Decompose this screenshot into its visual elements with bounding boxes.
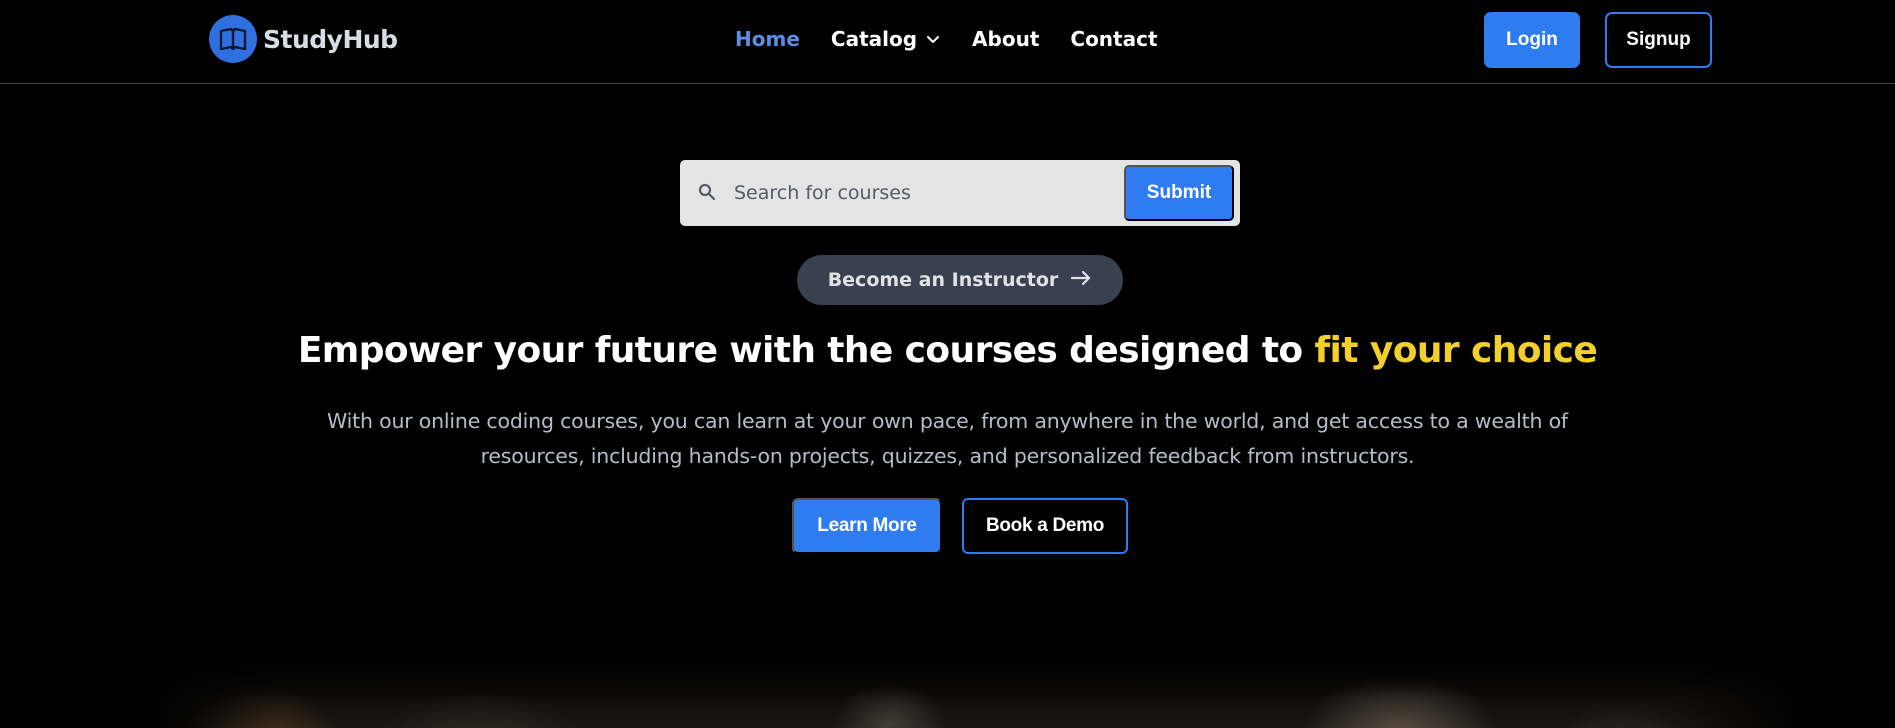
brand-name: StudyHub	[263, 24, 398, 54]
course-search-bar: Submit	[680, 160, 1240, 226]
become-instructor-label: Become an Instructor	[827, 269, 1059, 291]
nav-catalog-label: Catalog	[830, 27, 918, 51]
nav-about[interactable]: About	[972, 27, 1039, 51]
arrow-right-icon	[1070, 269, 1092, 291]
hero-image	[150, 655, 1800, 728]
nav-home[interactable]: Home	[735, 27, 800, 51]
hero-title: Empower your future with the courses des…	[0, 330, 1895, 371]
search-input[interactable]	[734, 172, 1034, 214]
brand-logo[interactable]: StudyHub	[209, 15, 398, 63]
search-submit-button[interactable]: Submit	[1124, 165, 1234, 221]
hero-subtitle: With our online coding courses, you can …	[327, 409, 1568, 468]
become-instructor-button[interactable]: Become an Instructor	[797, 255, 1123, 305]
main-nav: Home Catalog About Contact	[735, 27, 1189, 51]
learn-more-button[interactable]: Learn More	[792, 498, 942, 554]
book-demo-button[interactable]: Book a Demo	[962, 498, 1128, 554]
chevron-down-icon	[925, 31, 941, 47]
hero-title-main: Empower your future with the courses des…	[297, 330, 1315, 371]
nav-catalog[interactable]: Catalog	[831, 27, 941, 51]
signup-button[interactable]: Signup	[1605, 12, 1712, 68]
nav-contact[interactable]: Contact	[1070, 27, 1157, 51]
search-icon	[697, 182, 717, 206]
hero-title-highlight: fit your choice	[1314, 330, 1598, 371]
login-button[interactable]: Login	[1484, 12, 1580, 68]
open-book-icon	[209, 15, 257, 63]
top-navbar: StudyHub Home Catalog About Contact Logi…	[0, 0, 1895, 84]
